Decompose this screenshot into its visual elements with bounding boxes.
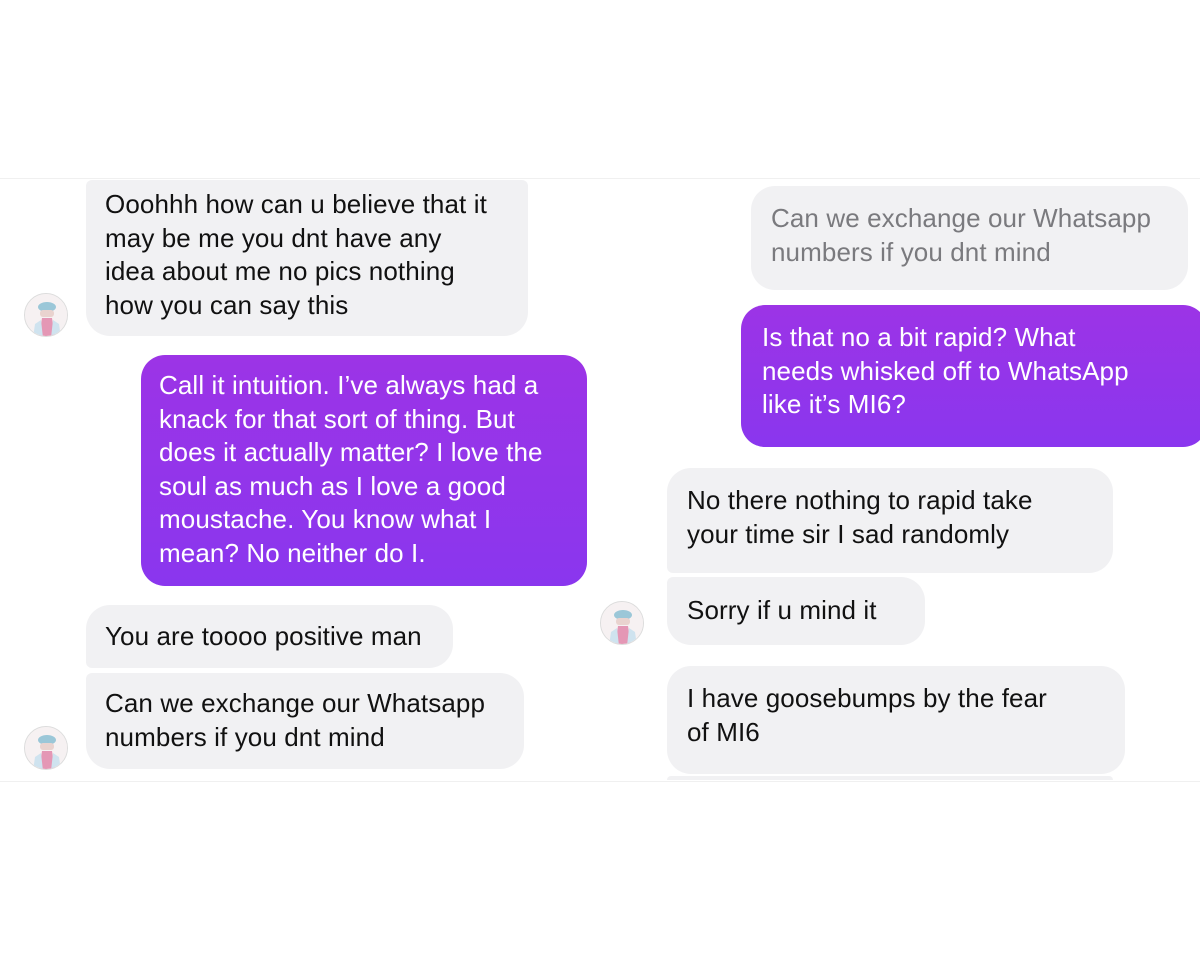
incoming-message: Sorry if u mind it [667, 577, 925, 645]
contact-avatar-icon [24, 293, 68, 337]
screenshot-canvas: Ooohhh how can u believe that it may be … [0, 0, 1200, 960]
outgoing-message: Is that no a bit rapid? What needs whisk… [741, 305, 1200, 447]
incoming-message: Ooohhh how can u believe that it may be … [86, 180, 528, 336]
incoming-message: Can we exchange our Whatsapp numbers if … [86, 673, 524, 769]
outgoing-message: Call it intuition. I’ve always had a kna… [141, 355, 587, 586]
incoming-message: You are toooo positive man [86, 605, 453, 668]
incoming-message: Can we exchange our Whatsapp numbers if … [751, 186, 1188, 290]
contact-avatar-icon [600, 601, 644, 645]
next-message-edge [667, 776, 1113, 780]
incoming-message: I have goosebumps by the fear of MI6 [667, 666, 1125, 774]
contact-avatar-icon [24, 726, 68, 770]
incoming-message: No there nothing to rapid take your time… [667, 468, 1113, 573]
